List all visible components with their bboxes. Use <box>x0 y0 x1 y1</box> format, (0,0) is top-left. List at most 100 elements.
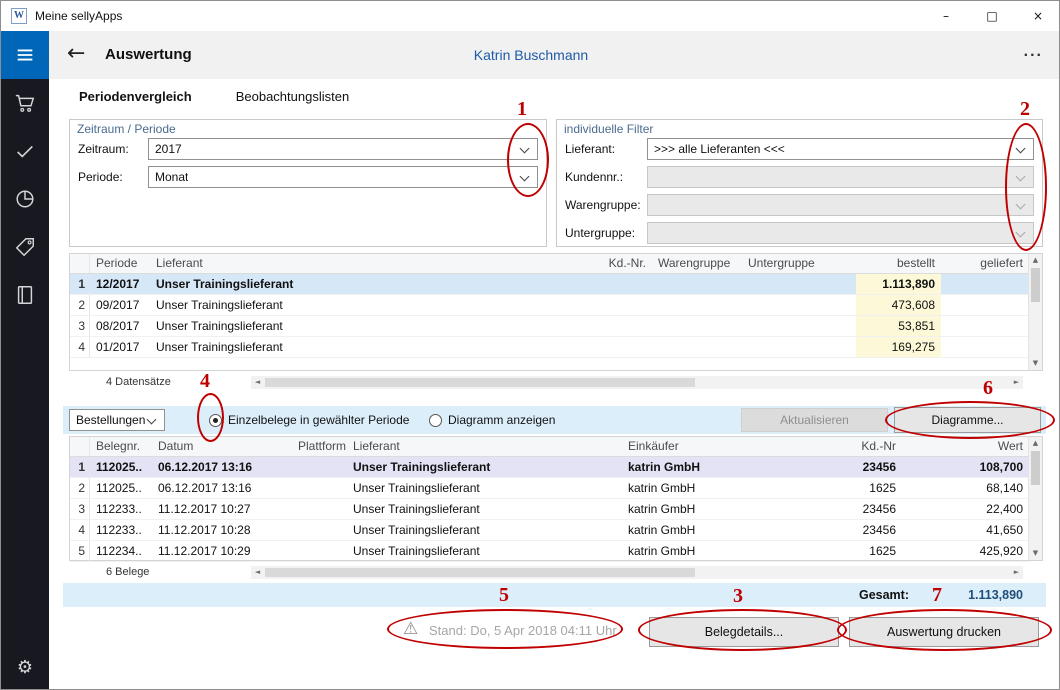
scroll-thumb[interactable] <box>1031 268 1040 302</box>
diagramme-button[interactable]: Diagramme... <box>894 407 1041 433</box>
pie-chart-icon <box>14 188 36 210</box>
period-table-header: Periode Lieferant Kd.-Nr. Warengruppe Un… <box>70 254 1029 274</box>
documents-table-header: Belegnr. Datum Plattform Lieferant Einkä… <box>70 437 1029 457</box>
col-kdnr[interactable]: Kd.-Nr. <box>562 254 652 273</box>
radio-label: Einzelbelege in gewählter Periode <box>228 413 409 427</box>
sidebar-item-tasks[interactable] <box>1 127 49 175</box>
warengruppe-select <box>647 194 1034 216</box>
tab-beobachtungslisten[interactable]: Beobachtungslisten <box>236 89 349 104</box>
col-belegnr[interactable]: Belegnr. <box>90 437 152 456</box>
col-untergruppe[interactable]: Untergruppe <box>742 254 856 273</box>
documents-table-footer: 6 Belege ◄ ► <box>69 565 1043 581</box>
col-lieferant[interactable]: Lieferant <box>347 437 622 456</box>
maximize-button[interactable]: □ <box>969 1 1015 31</box>
scroll-thumb[interactable] <box>265 568 695 577</box>
vertical-scrollbar[interactable]: ▲ ▼ <box>1028 254 1042 370</box>
tab-bar: Periodenvergleich Beobachtungslisten <box>79 89 393 104</box>
horizontal-scrollbar[interactable]: ◄ ► <box>251 566 1023 579</box>
table-row[interactable]: 2 112025.. 06.12.2017 13:16 Unser Traini… <box>70 478 1029 499</box>
gesamt-label: Gesamt: <box>859 583 909 607</box>
period-box-title: Zeitraum / Periode <box>77 122 176 136</box>
col-einkaeufer[interactable]: Einkäufer <box>622 437 847 456</box>
price-tag-icon <box>14 236 36 258</box>
radio-einzelbelege[interactable]: Einzelbelege in gewählter Periode <box>209 413 409 427</box>
tab-periodenvergleich[interactable]: Periodenvergleich <box>79 89 192 104</box>
radio-selected-icon <box>209 414 222 427</box>
period-group-box: Zeitraum / Periode Zeitraum: 2017 Period… <box>69 119 547 247</box>
table-row[interactable]: 3 08/2017 Unser Trainingslieferant 53,85… <box>70 316 1029 337</box>
auswertung-drucken-button[interactable]: Auswertung drucken <box>849 617 1039 647</box>
table-row[interactable]: 4 112233.. 11.12.2017 10:28 Unser Traini… <box>70 520 1029 541</box>
period-table-footer: 4 Datensätze ◄ ► <box>69 375 1043 391</box>
chevron-down-icon <box>1016 200 1026 210</box>
sidebar: ⚙ <box>1 31 49 690</box>
col-periode[interactable]: Periode <box>90 254 150 273</box>
belegdetails-button[interactable]: Belegdetails... <box>649 617 839 647</box>
record-count: 6 Belege <box>106 566 149 578</box>
sidebar-item-preise[interactable] <box>1 223 49 271</box>
sidebar-item-cart[interactable] <box>1 79 49 127</box>
chevron-down-icon <box>520 144 530 154</box>
lieferant-select[interactable]: >>> alle Lieferanten <<< <box>647 138 1034 160</box>
app-icon: W <box>11 8 27 24</box>
table-row[interactable]: 1 12/2017 Unser Trainingslieferant 1.113… <box>70 274 1029 295</box>
scroll-thumb[interactable] <box>1031 451 1040 485</box>
window-title: Meine sellyApps <box>35 1 122 31</box>
scroll-up-icon[interactable]: ▲ <box>1029 254 1042 267</box>
hamburger-icon <box>14 44 36 66</box>
more-menu-button[interactable]: ... <box>1024 31 1043 73</box>
table-row[interactable]: 3 112233.. 11.12.2017 10:27 Unser Traini… <box>70 499 1029 520</box>
sidebar-item-katalog[interactable] <box>1 271 49 319</box>
col-kdnr[interactable]: Kd.-Nr <box>847 437 902 456</box>
scroll-thumb[interactable] <box>265 378 695 387</box>
col-bestellt[interactable]: bestellt <box>856 254 941 273</box>
document-controls-band: Bestellungen Einzelbelege in gewählter P… <box>63 406 1046 434</box>
filter-group-box: individuelle Filter Lieferant: >>> alle … <box>556 119 1043 247</box>
minimize-button[interactable]: – <box>923 1 969 31</box>
hamburger-menu-button[interactable] <box>1 31 49 79</box>
period-table: Periode Lieferant Kd.-Nr. Warengruppe Un… <box>69 253 1043 371</box>
table-row[interactable]: 4 01/2017 Unser Trainingslieferant 169,2… <box>70 337 1029 358</box>
app-window: W Meine sellyApps – □ × ← Auswertung Kat… <box>0 0 1060 690</box>
summary-band: Gesamt: 1.113,890 <box>63 583 1046 607</box>
filter-box-title: individuelle Filter <box>564 122 653 136</box>
table-row[interactable]: 2 09/2017 Unser Trainingslieferant 473,6… <box>70 295 1029 316</box>
col-datum[interactable]: Datum <box>152 437 292 456</box>
table-row[interactable]: 5 112234.. 11.12.2017 10:29 Unser Traini… <box>70 541 1029 562</box>
col-geliefert[interactable]: geliefert <box>941 254 1029 273</box>
scroll-up-icon[interactable]: ▲ <box>1029 437 1042 450</box>
zeitraum-select[interactable]: 2017 <box>148 138 538 160</box>
periode-select[interactable]: Monat <box>148 166 538 188</box>
scroll-right-icon[interactable]: ► <box>1010 566 1023 579</box>
scroll-left-icon[interactable]: ◄ <box>251 566 264 579</box>
col-plattform[interactable]: Plattform <box>292 437 347 456</box>
scroll-left-icon[interactable]: ◄ <box>251 376 264 389</box>
col-wert[interactable]: Wert <box>902 437 1029 456</box>
scroll-down-icon[interactable]: ▼ <box>1029 547 1042 560</box>
status-timestamp: Stand: Do, 5 Apr 2018 04:11 Uhr <box>429 623 617 638</box>
table-row[interactable]: 1 112025.. 06.12.2017 13:16 Unser Traini… <box>70 457 1029 478</box>
scroll-down-icon[interactable]: ▼ <box>1029 357 1042 370</box>
radio-diagramm[interactable]: Diagramm anzeigen <box>429 413 555 427</box>
periode-label: Periode: <box>78 170 148 184</box>
radio-unselected-icon <box>429 414 442 427</box>
belegart-select[interactable]: Bestellungen <box>69 409 165 431</box>
vertical-scrollbar[interactable]: ▲ ▼ <box>1028 437 1042 560</box>
radio-label: Diagramm anzeigen <box>448 413 555 427</box>
shopping-cart-icon <box>14 92 36 114</box>
zeitraum-value: 2017 <box>149 142 182 156</box>
kundennr-label: Kundennr.: <box>565 170 647 184</box>
title-bar: W Meine sellyApps – □ × <box>1 1 1060 31</box>
horizontal-scrollbar[interactable]: ◄ ► <box>251 376 1023 389</box>
col-lieferant[interactable]: Lieferant <box>150 254 562 273</box>
kundennr-select <box>647 166 1034 188</box>
scroll-right-icon[interactable]: ► <box>1010 376 1023 389</box>
sidebar-item-auswertung[interactable] <box>1 175 49 223</box>
close-button[interactable]: × <box>1015 1 1060 31</box>
settings-gear-icon[interactable]: ⚙ <box>1 643 49 690</box>
checkmark-icon <box>14 140 36 162</box>
main-content: Periodenvergleich Beobachtungslisten Zeit… <box>49 79 1060 690</box>
untergruppe-select <box>647 222 1034 244</box>
col-warengruppe[interactable]: Warengruppe <box>652 254 742 273</box>
chevron-down-icon <box>520 172 530 182</box>
